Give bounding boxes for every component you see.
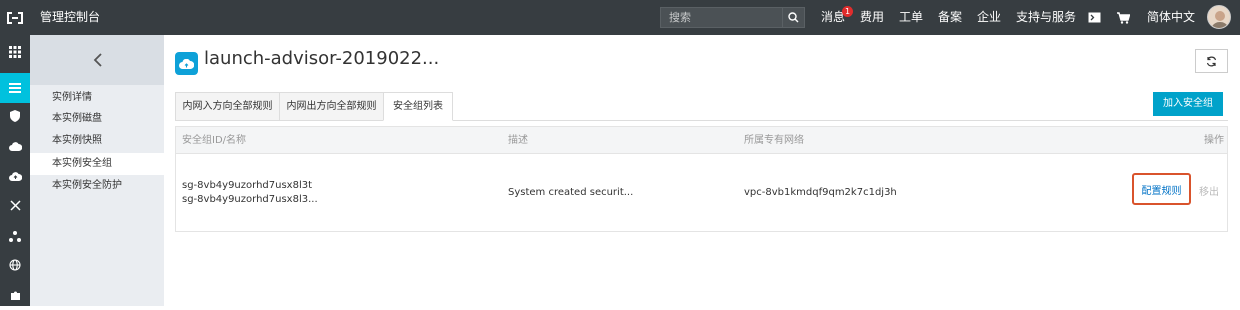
avatar[interactable] xyxy=(1207,5,1231,29)
search-box xyxy=(660,7,805,28)
cart-icon[interactable] xyxy=(1115,0,1131,35)
message-count-badge: 1 xyxy=(842,6,853,17)
security-group-table: 安全组ID/名称 描述 所属专有网络 操作 sg-8vb4y9uzorhd7us… xyxy=(175,126,1228,232)
sidebar-item-security-protection[interactable]: 本实例安全防护 xyxy=(30,175,164,197)
aliyun-logo-icon[interactable] xyxy=(0,0,30,35)
column-header-actions: 操作 xyxy=(1204,135,1224,146)
sidebar-item-instance-details[interactable]: 实例详情 xyxy=(30,87,164,109)
tab-bar: 内网入方向全部规则 内网出方向全部规则 安全组列表 xyxy=(175,92,1228,121)
list-icon[interactable] xyxy=(0,73,30,103)
join-security-group-button[interactable]: 加入安全组 xyxy=(1153,92,1223,116)
column-header-id-name: 安全组ID/名称 xyxy=(182,135,247,146)
back-button[interactable] xyxy=(30,35,164,85)
search-input[interactable] xyxy=(661,8,783,27)
refresh-button[interactable] xyxy=(1195,49,1228,73)
terminal-icon[interactable] xyxy=(1086,0,1102,35)
sidebar-item-security-groups[interactable]: 本实例安全组 xyxy=(30,153,164,175)
page-title: launch-advisor-2019022... xyxy=(204,48,440,69)
product-rail xyxy=(0,35,30,306)
refresh-icon xyxy=(1206,56,1217,66)
table-header: 安全组ID/名称 描述 所属专有网络 操作 xyxy=(176,127,1227,154)
nav-enterprise[interactable]: 企业 xyxy=(977,0,1001,35)
main-content: launch-advisor-2019022... 内网入方向全部规则 内网出方… xyxy=(164,35,1240,306)
sidebar-item-disks[interactable]: 本实例磁盘 xyxy=(30,108,164,130)
security-group-vpc: vpc-8vb1kmdqf9qm2k7c1dj3h xyxy=(744,187,897,198)
language-switch[interactable]: 简体中文 xyxy=(1147,0,1195,35)
tab-outbound-rules[interactable]: 内网出方向全部规则 xyxy=(279,92,384,121)
tab-inbound-rules[interactable]: 内网入方向全部规则 xyxy=(175,92,280,121)
cloud-upload-icon[interactable] xyxy=(0,161,30,191)
nav-messages[interactable]: 消息 xyxy=(821,0,845,35)
cloud-icon[interactable] xyxy=(0,131,30,161)
nav-tickets[interactable]: 工单 xyxy=(899,0,923,35)
configure-rules-link[interactable]: 配置规则 xyxy=(1142,182,1182,197)
search-icon[interactable] xyxy=(782,8,804,27)
nav-icp-filing[interactable]: 备案 xyxy=(938,0,962,35)
highlight-box: 配置规则 xyxy=(1132,173,1191,205)
shield-icon[interactable] xyxy=(0,101,30,131)
remove-link: 移出 xyxy=(1199,187,1219,198)
column-header-vpc: 所属专有网络 xyxy=(744,135,804,146)
tab-security-group-list[interactable]: 安全组列表 xyxy=(383,92,453,121)
instance-cloud-icon xyxy=(175,52,198,75)
column-header-description: 描述 xyxy=(508,135,528,146)
cluster-icon[interactable] xyxy=(0,221,30,251)
sidebar-item-snapshots[interactable]: 本实例快照 xyxy=(30,130,164,152)
globe-icon[interactable] xyxy=(0,250,30,280)
nav-billing[interactable]: 费用 xyxy=(860,0,884,35)
cross-arrows-icon[interactable] xyxy=(0,190,30,220)
security-group-name: sg-8vb4y9uzorhd7usx8l3... xyxy=(182,194,318,205)
security-group-id: sg-8vb4y9uzorhd7usx8l3t xyxy=(182,180,313,191)
chevron-left-icon xyxy=(93,53,102,67)
security-group-description: System created securit... xyxy=(508,187,634,198)
grid-icon[interactable] xyxy=(0,37,30,67)
instance-sidebar: 实例详情 本实例磁盘 本实例快照 本实例安全组 本实例安全防护 xyxy=(30,35,164,306)
app-title[interactable]: 管理控制台 xyxy=(40,0,100,35)
nav-support[interactable]: 支持与服务 xyxy=(1016,0,1076,35)
top-bar: 管理控制台 消息 1 费用 工单 备案 企业 支持与服务 简体中文 xyxy=(0,0,1240,35)
